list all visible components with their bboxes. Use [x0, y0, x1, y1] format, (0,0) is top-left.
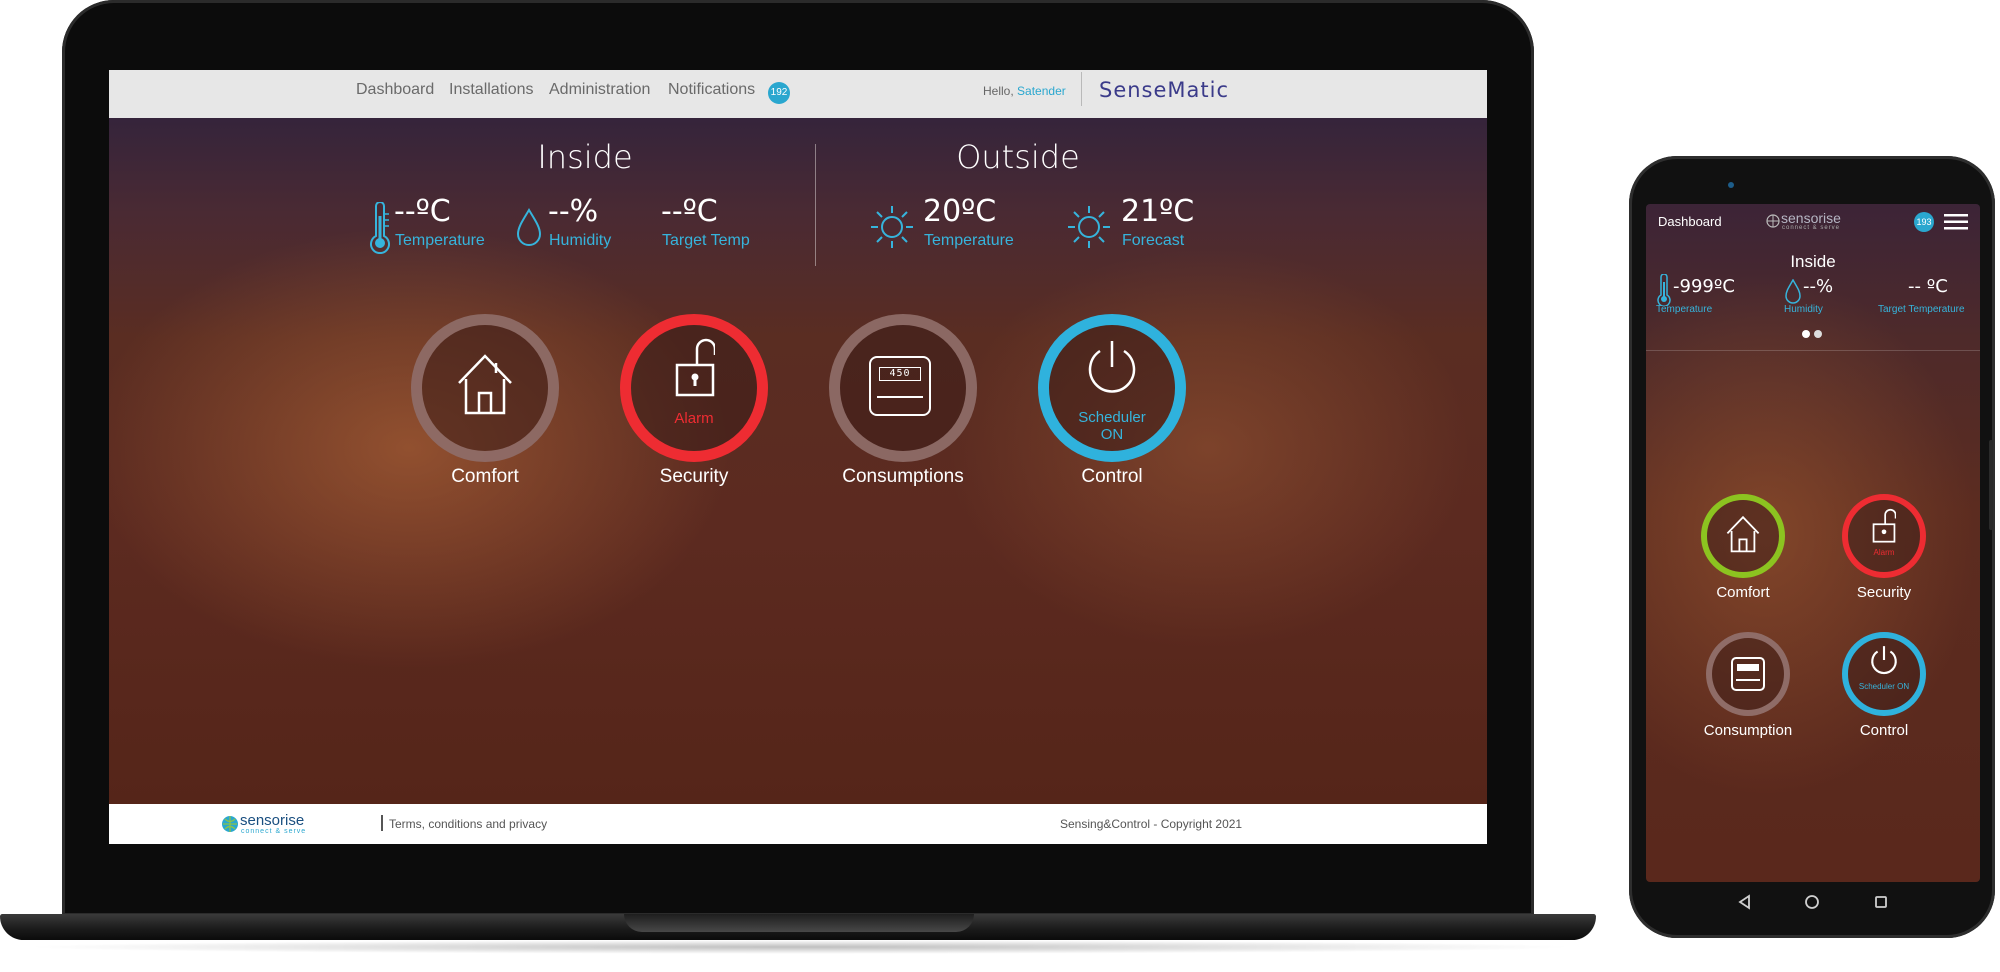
target-temp-value: --ºC — [661, 194, 718, 229]
alarm-status: Alarm — [674, 410, 714, 427]
nav-notifications[interactable]: Notifications — [668, 81, 755, 99]
mobile-meter-line — [1736, 679, 1760, 681]
scheduler-status: Scheduler ON — [1049, 409, 1175, 443]
recent-apps-icon[interactable] — [1873, 894, 1889, 910]
footer: sensorise connect & serve Terms, conditi… — [109, 804, 1487, 844]
section-divider — [815, 144, 816, 266]
mobile-security-button[interactable]: Alarm — [1842, 494, 1926, 578]
nav-administration[interactable]: Administration — [549, 81, 650, 99]
sun-forecast-icon — [1068, 206, 1110, 248]
mobile-consumption-button[interactable] — [1706, 632, 1790, 716]
mobile-meter-icon — [1731, 657, 1765, 691]
mobile-header-divider — [1646, 350, 1980, 351]
thermometer-icon — [370, 202, 390, 254]
mobile-temperature-label: Temperature — [1656, 304, 1713, 315]
mobile-humidity-label: Humidity — [1784, 304, 1823, 315]
scheduler-status-line2: ON — [1100, 426, 1124, 443]
security-button[interactable]: Alarm — [620, 314, 768, 462]
mobile-comfort-label: Comfort — [1716, 584, 1770, 601]
outside-title: Outside — [956, 138, 1080, 176]
page-dot-1[interactable] — [1802, 330, 1810, 338]
dashboard-background — [109, 118, 1487, 804]
comfort-label: Comfort — [451, 466, 519, 487]
desktop-screen: Dashboard Installations Administration N… — [109, 70, 1487, 844]
mobile-target-label: Target Temperature — [1878, 304, 1965, 315]
menu-icon[interactable] — [1944, 214, 1968, 230]
topbar-divider — [1081, 72, 1082, 106]
greeting-text: Hello, — [983, 84, 1014, 98]
mobile-logo-tagline: connect & serve — [1782, 225, 1841, 231]
forecast-label: Forecast — [1122, 232, 1185, 249]
meter-line — [877, 396, 923, 398]
laptop-shadow — [20, 940, 1580, 954]
home-circle-icon[interactable] — [1804, 894, 1820, 910]
target-temp-label: Target Temp — [662, 232, 750, 249]
phone-camera — [1728, 182, 1734, 188]
meter-reading: 450 — [879, 367, 921, 381]
mobile-control-label: Control — [1859, 722, 1909, 739]
brand-logo[interactable]: SenseMatic — [1099, 78, 1229, 102]
control-label: Control — [1081, 466, 1143, 487]
mobile-thermometer-icon — [1657, 274, 1671, 306]
globe-icon — [222, 816, 238, 832]
inside-humidity-value: --% — [548, 194, 599, 229]
terms-link[interactable]: Terms, conditions and privacy — [389, 817, 547, 831]
mobile-control-button[interactable]: Scheduler ON — [1842, 632, 1926, 716]
comfort-button[interactable] — [411, 314, 559, 462]
sun-icon — [871, 206, 913, 248]
inside-humidity-label: Humidity — [549, 232, 612, 249]
mobile-lock-open-icon — [1872, 508, 1896, 543]
outside-temperature-value: 20ºC — [923, 194, 997, 229]
copyright-text: Sensing&Control - Copyright 2021 — [1060, 817, 1243, 831]
mobile-temperature-value: -999ºC — [1673, 276, 1735, 297]
mobile-notifications-badge[interactable]: 193 — [1914, 212, 1934, 232]
footer-logo-tagline: connect & serve — [241, 828, 307, 835]
back-icon[interactable] — [1737, 894, 1751, 910]
meter-icon: 450 — [869, 356, 931, 416]
inside-temperature-value: --ºC — [394, 194, 451, 229]
consumptions-button[interactable]: 450 — [829, 314, 977, 462]
mobile-security-label: Security — [1856, 584, 1912, 601]
mobile-globe-icon — [1766, 214, 1780, 228]
mobile-comfort-button[interactable] — [1701, 494, 1785, 578]
laptop-notch — [624, 914, 974, 932]
outside-temperature-label: Temperature — [924, 232, 1014, 249]
home-icon — [458, 354, 512, 415]
control-button[interactable]: Scheduler ON — [1038, 314, 1186, 462]
mobile-scheduler-status: Scheduler ON — [1858, 682, 1910, 691]
mobile-title: Dashboard — [1658, 214, 1722, 229]
mobile-screen: Dashboard sensorise connect & serve 193 … — [1646, 204, 1980, 882]
footer-logo[interactable]: sensorise — [240, 812, 304, 829]
power-icon — [1088, 341, 1136, 393]
mobile-home-icon — [1726, 515, 1760, 553]
forecast-value: 21ºC — [1121, 194, 1195, 229]
user-greeting: Hello, Satender — [983, 84, 1066, 98]
notifications-badge[interactable]: 192 — [768, 82, 790, 104]
droplet-icon — [516, 208, 542, 246]
phone-side-button — [1989, 440, 1993, 530]
page-dot-2[interactable] — [1814, 330, 1822, 338]
user-name-link[interactable]: Satender — [1017, 84, 1066, 98]
lock-open-icon — [675, 338, 715, 397]
mobile-humidity-value: --% — [1803, 276, 1834, 297]
nav-installations[interactable]: Installations — [449, 81, 534, 99]
nav-dashboard[interactable]: Dashboard — [356, 81, 434, 99]
top-navigation-bar: Dashboard Installations Administration N… — [109, 70, 1487, 118]
footer-divider — [381, 815, 383, 831]
inside-title: Inside — [537, 138, 633, 176]
inside-temperature-label: Temperature — [395, 232, 485, 249]
mobile-inside-title: Inside — [1790, 252, 1836, 271]
consumptions-label: Consumptions — [842, 466, 964, 487]
mobile-alarm-status: Alarm — [1873, 548, 1895, 557]
mobile-logo: sensorise — [1781, 210, 1841, 226]
mobile-meter-display — [1737, 664, 1759, 671]
scheduler-status-line1: Scheduler — [1078, 409, 1146, 426]
mobile-consumption-label: Consumption — [1703, 722, 1793, 739]
security-label: Security — [659, 466, 729, 487]
mobile-power-icon — [1871, 646, 1897, 675]
mobile-droplet-icon — [1785, 279, 1801, 304]
mobile-target-value: -- ºC — [1908, 276, 1948, 297]
